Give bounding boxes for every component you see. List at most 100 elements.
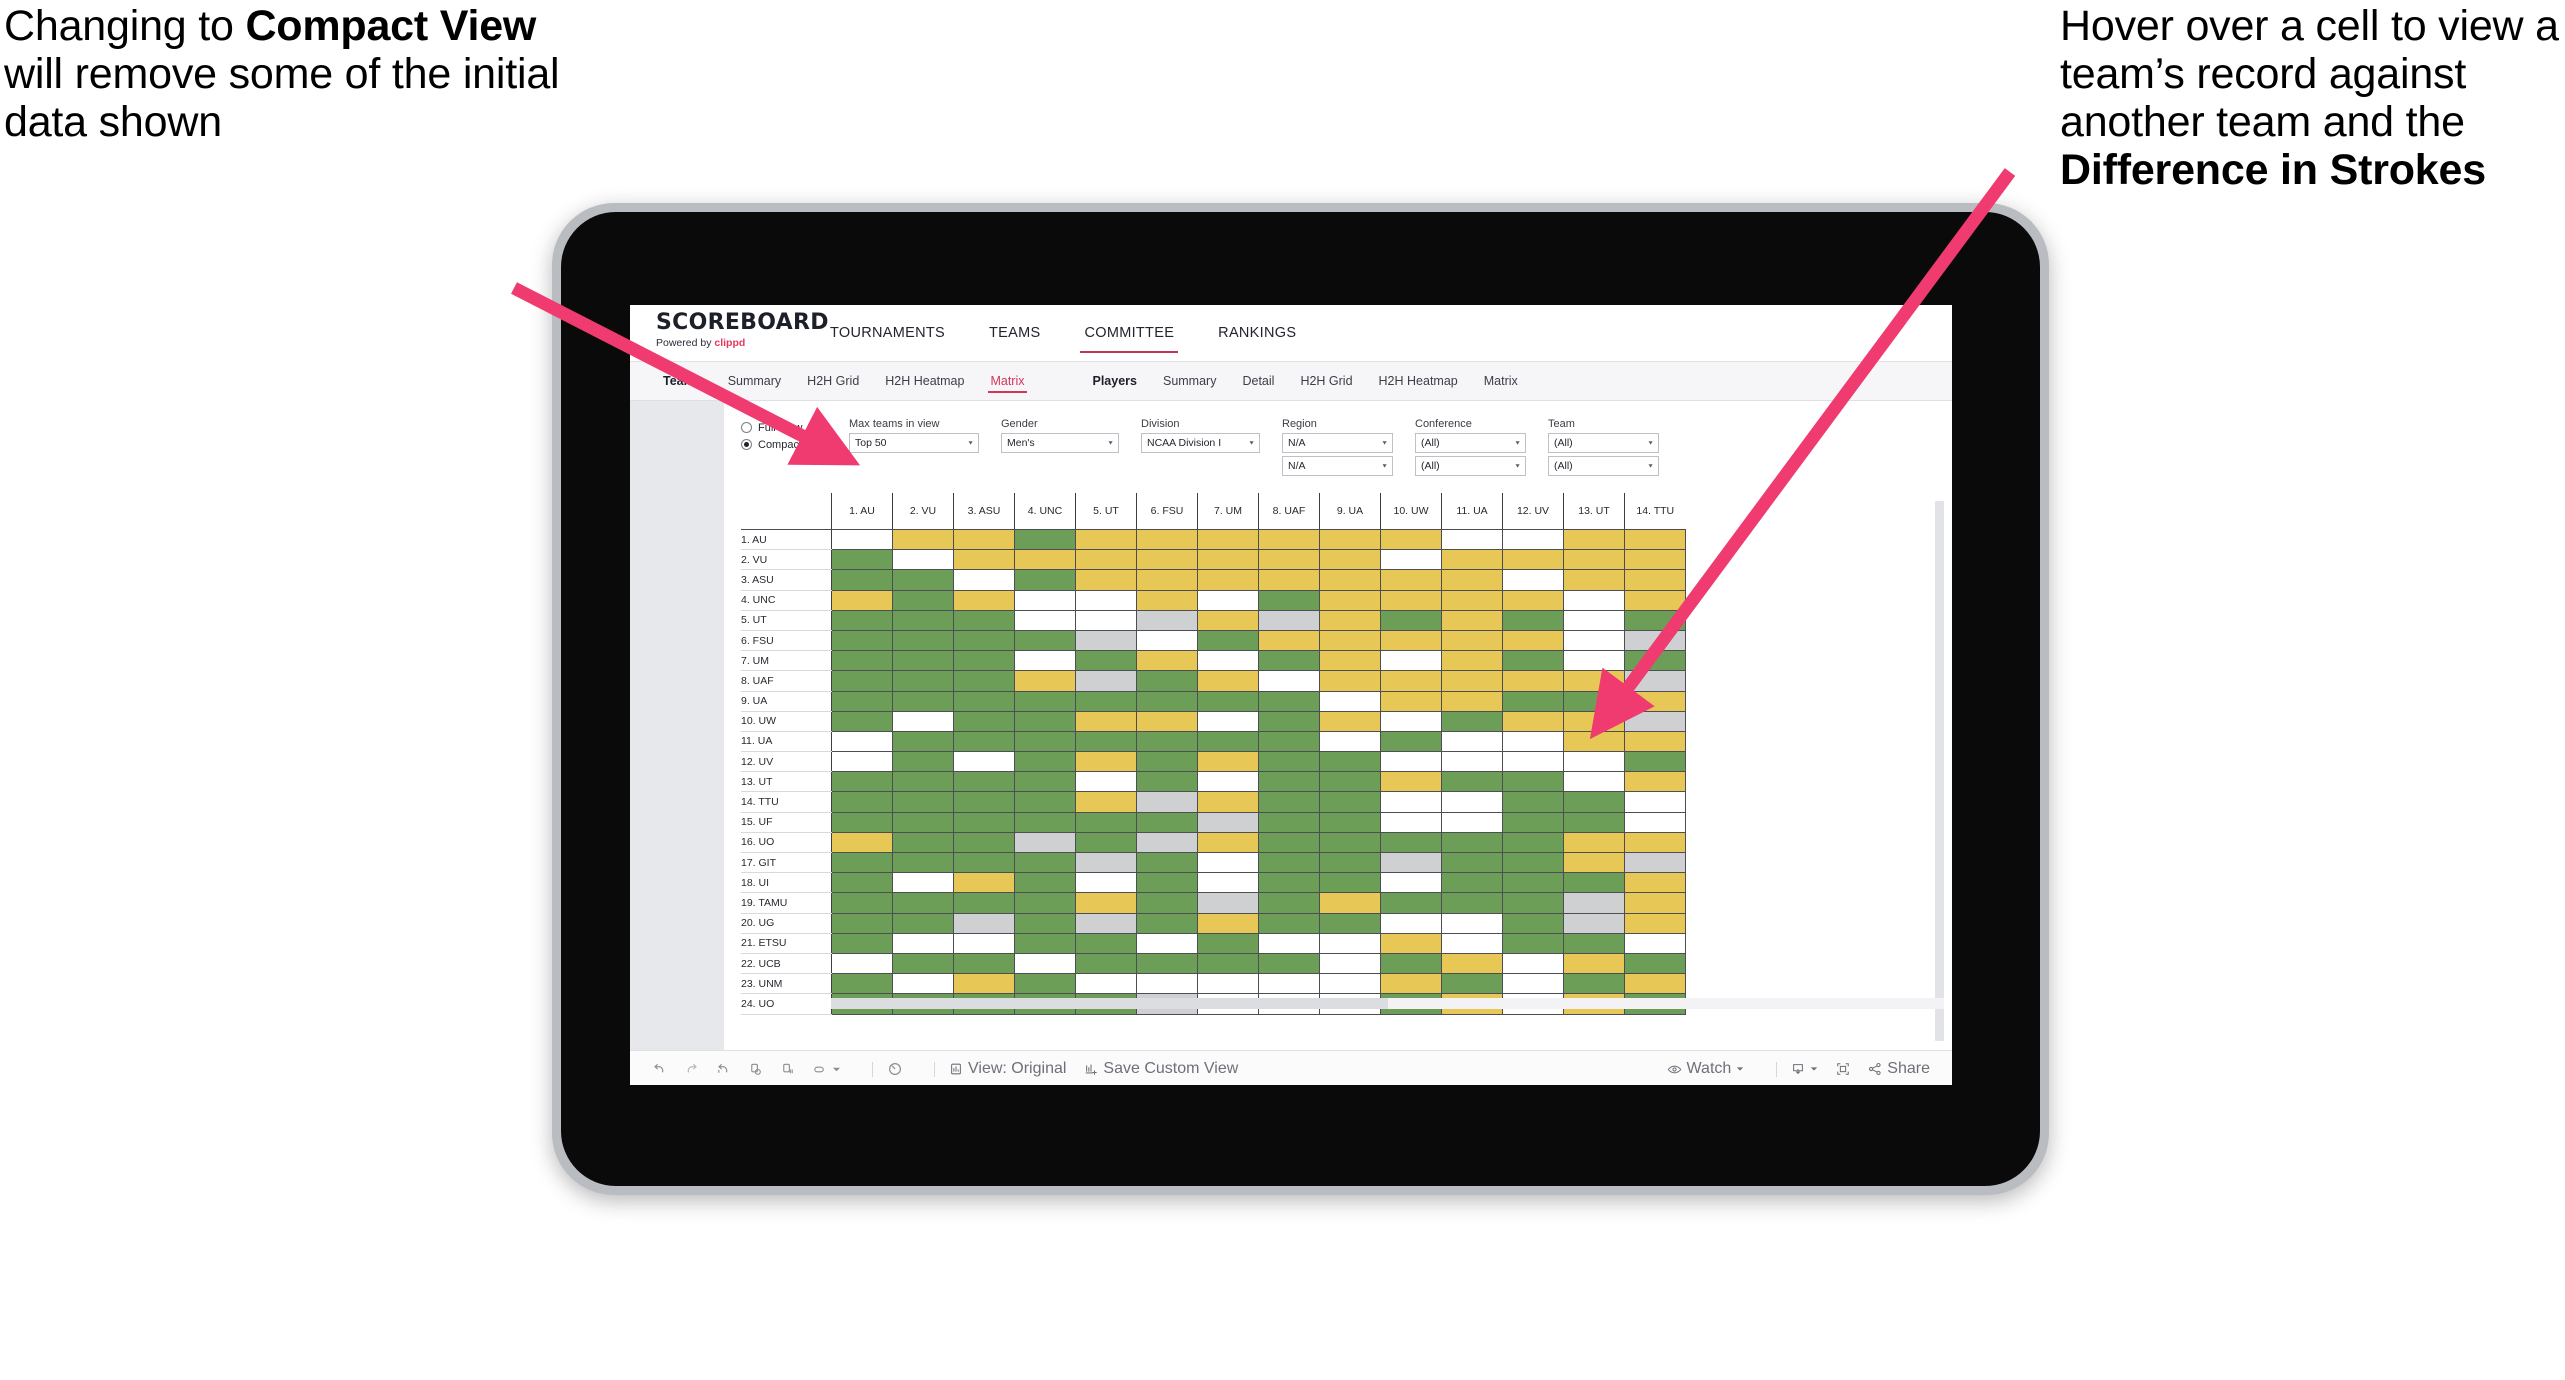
matrix-cell[interactable] — [892, 771, 954, 793]
matrix-cell[interactable] — [1502, 852, 1564, 874]
matrix-cell[interactable] — [1441, 953, 1503, 975]
matrix-cell[interactable] — [1502, 610, 1564, 631]
matrix-cell[interactable] — [953, 630, 1015, 652]
download-button[interactable] — [1791, 1062, 1818, 1076]
matrix-cell[interactable] — [1441, 630, 1503, 652]
matrix-cell[interactable] — [831, 569, 893, 591]
matrix-cell[interactable] — [892, 650, 954, 672]
matrix-cell[interactable] — [1136, 973, 1198, 995]
matrix-cell[interactable] — [1624, 832, 1686, 854]
matrix-cell[interactable] — [831, 832, 893, 854]
matrix-cell[interactable] — [1136, 569, 1198, 591]
pause-auto-update-icon[interactable] — [887, 1061, 903, 1077]
matrix-cell[interactable] — [1624, 812, 1686, 833]
matrix-cell[interactable] — [1197, 630, 1259, 652]
matrix-cell[interactable] — [1441, 670, 1503, 692]
matrix-cell[interactable] — [1197, 670, 1259, 692]
matrix-cell[interactable] — [1563, 569, 1625, 591]
matrix-cell[interactable] — [1502, 832, 1564, 854]
undo-icon[interactable] — [652, 1062, 667, 1077]
matrix-cell[interactable] — [1075, 529, 1137, 551]
matrix-cell[interactable] — [1136, 812, 1198, 833]
matrix-cell[interactable] — [1319, 650, 1381, 672]
matrix-cell[interactable] — [1624, 630, 1686, 652]
matrix-cell[interactable] — [1441, 731, 1503, 753]
matrix-cell[interactable] — [1075, 933, 1137, 954]
matrix-cell[interactable] — [953, 751, 1015, 773]
matrix-cell[interactable] — [831, 751, 893, 773]
matrix-cell[interactable] — [892, 791, 954, 813]
matrix-cell[interactable] — [1624, 852, 1686, 874]
matrix-cell[interactable] — [1624, 569, 1686, 591]
matrix-cell[interactable] — [1319, 630, 1381, 652]
matrix-cell[interactable] — [1014, 791, 1076, 813]
matrix-cell[interactable] — [1014, 670, 1076, 692]
matrix-cell[interactable] — [1624, 791, 1686, 813]
matrix-cell[interactable] — [1258, 892, 1320, 914]
matrix-cell[interactable] — [1258, 791, 1320, 813]
matrix-cell[interactable] — [1014, 913, 1076, 934]
matrix-cell[interactable] — [1258, 852, 1320, 874]
tab-players-matrix[interactable]: Matrix — [1471, 362, 1531, 400]
matrix-cell[interactable] — [1319, 590, 1381, 611]
matrix-cell[interactable] — [1380, 630, 1442, 652]
filter-team-select-2[interactable]: (All) ▼ — [1548, 456, 1659, 476]
matrix-cell[interactable] — [1502, 650, 1564, 672]
matrix-cell[interactable] — [1319, 892, 1381, 914]
matrix-cell[interactable] — [1075, 711, 1137, 732]
matrix-cell[interactable] — [1197, 590, 1259, 611]
filter-gender-select[interactable]: Men's ▼ — [1001, 433, 1119, 453]
matrix-cell[interactable] — [831, 892, 893, 914]
matrix-cell[interactable] — [1563, 670, 1625, 692]
matrix-cell[interactable] — [1319, 913, 1381, 934]
matrix-cell[interactable] — [892, 852, 954, 874]
matrix-cell[interactable] — [1502, 711, 1564, 732]
matrix-cell[interactable] — [953, 953, 1015, 975]
matrix-cell[interactable] — [831, 529, 893, 551]
matrix-cell[interactable] — [1136, 630, 1198, 652]
matrix-cell[interactable] — [1197, 751, 1259, 773]
matrix-cell[interactable] — [1502, 872, 1564, 894]
matrix-cell[interactable] — [1441, 529, 1503, 551]
matrix-cell[interactable] — [1075, 630, 1137, 652]
matrix-cell[interactable] — [1380, 933, 1442, 954]
matrix-cell[interactable] — [1319, 852, 1381, 874]
matrix-cell[interactable] — [1380, 832, 1442, 854]
matrix-cell[interactable] — [1502, 670, 1564, 692]
matrix-cell[interactable] — [1319, 771, 1381, 793]
matrix-cell[interactable] — [1502, 529, 1564, 551]
matrix-cell[interactable] — [1624, 913, 1686, 934]
filter-conference-select-2[interactable]: (All) ▼ — [1415, 456, 1526, 476]
matrix-cell[interactable] — [1624, 650, 1686, 672]
matrix-cell[interactable] — [1380, 973, 1442, 995]
matrix-cell[interactable] — [1075, 590, 1137, 611]
matrix-cell[interactable] — [953, 650, 1015, 672]
matrix-cell[interactable] — [1136, 691, 1198, 712]
matrix-cell[interactable] — [1380, 913, 1442, 934]
radio-full-view[interactable]: Full View — [741, 419, 849, 436]
nav-item-tournaments[interactable]: TOURNAMENTS — [808, 305, 967, 361]
matrix-cell[interactable] — [1380, 529, 1442, 551]
matrix-cell[interactable] — [1014, 892, 1076, 914]
matrix-cell[interactable] — [1197, 791, 1259, 813]
matrix-cell[interactable] — [1563, 832, 1625, 854]
share-button[interactable]: Share — [1868, 1060, 1930, 1078]
redo-icon[interactable] — [684, 1062, 699, 1077]
matrix-cell[interactable] — [1014, 650, 1076, 672]
matrix-cell[interactable] — [1624, 953, 1686, 975]
matrix-cell[interactable] — [1319, 711, 1381, 732]
matrix-cell[interactable] — [1258, 630, 1320, 652]
pause-updates-icon[interactable] — [780, 1062, 795, 1077]
matrix-cell[interactable] — [1380, 610, 1442, 631]
matrix-cell[interactable] — [953, 892, 1015, 914]
matrix-cell[interactable] — [1319, 872, 1381, 894]
tab-players-h2h-heatmap[interactable]: H2H Heatmap — [1366, 362, 1471, 400]
matrix-cell[interactable] — [1014, 852, 1076, 874]
matrix-cell[interactable] — [892, 569, 954, 591]
matrix-cell[interactable] — [1258, 913, 1320, 934]
matrix-cell[interactable] — [831, 913, 893, 934]
matrix-cell[interactable] — [1319, 933, 1381, 954]
matrix-cell[interactable] — [831, 650, 893, 672]
matrix-cell[interactable] — [1197, 872, 1259, 894]
matrix-cell[interactable] — [1502, 751, 1564, 773]
